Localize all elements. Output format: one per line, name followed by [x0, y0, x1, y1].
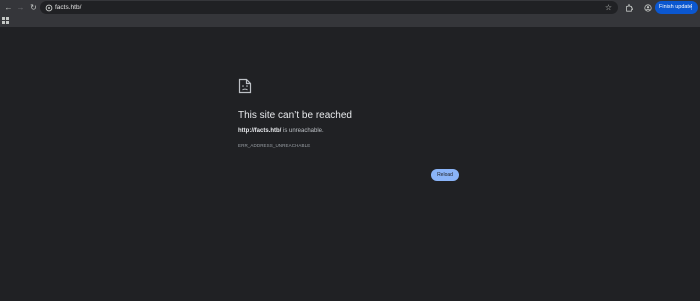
bookmarks-bar	[0, 15, 700, 28]
back-icon[interactable]: ←	[3, 2, 14, 13]
finish-update-button[interactable]: Finish update ⋮	[655, 1, 698, 14]
star-icon[interactable]: ☆	[605, 2, 612, 13]
error-title: This site can’t be reached	[238, 110, 352, 121]
browser-toolbar: ← → ↻ facts.htb/ ☆ Finish update ⋮	[0, 0, 700, 15]
error-code: ERR_ADDRESS_UNREACHABLE	[238, 143, 311, 148]
menu-icon[interactable]: ⋮	[688, 1, 695, 14]
url-text[interactable]: facts.htb/	[55, 3, 81, 12]
profile-icon[interactable]	[642, 2, 653, 13]
address-bar[interactable]: facts.htb/ ☆	[40, 1, 618, 14]
error-host: http://facts.htb/	[238, 128, 282, 134]
reload-button[interactable]: Reload	[431, 169, 459, 181]
site-info-icon[interactable]	[44, 3, 53, 12]
forward-icon[interactable]: →	[15, 2, 26, 13]
error-description: http://facts.htb/ is unreachable.	[238, 128, 324, 134]
refresh-icon[interactable]: ↻	[28, 2, 39, 13]
apps-icon[interactable]	[2, 17, 9, 24]
error-description-text: is unreachable.	[281, 128, 324, 134]
extensions-icon[interactable]	[623, 2, 634, 13]
sad-page-icon	[238, 78, 252, 94]
